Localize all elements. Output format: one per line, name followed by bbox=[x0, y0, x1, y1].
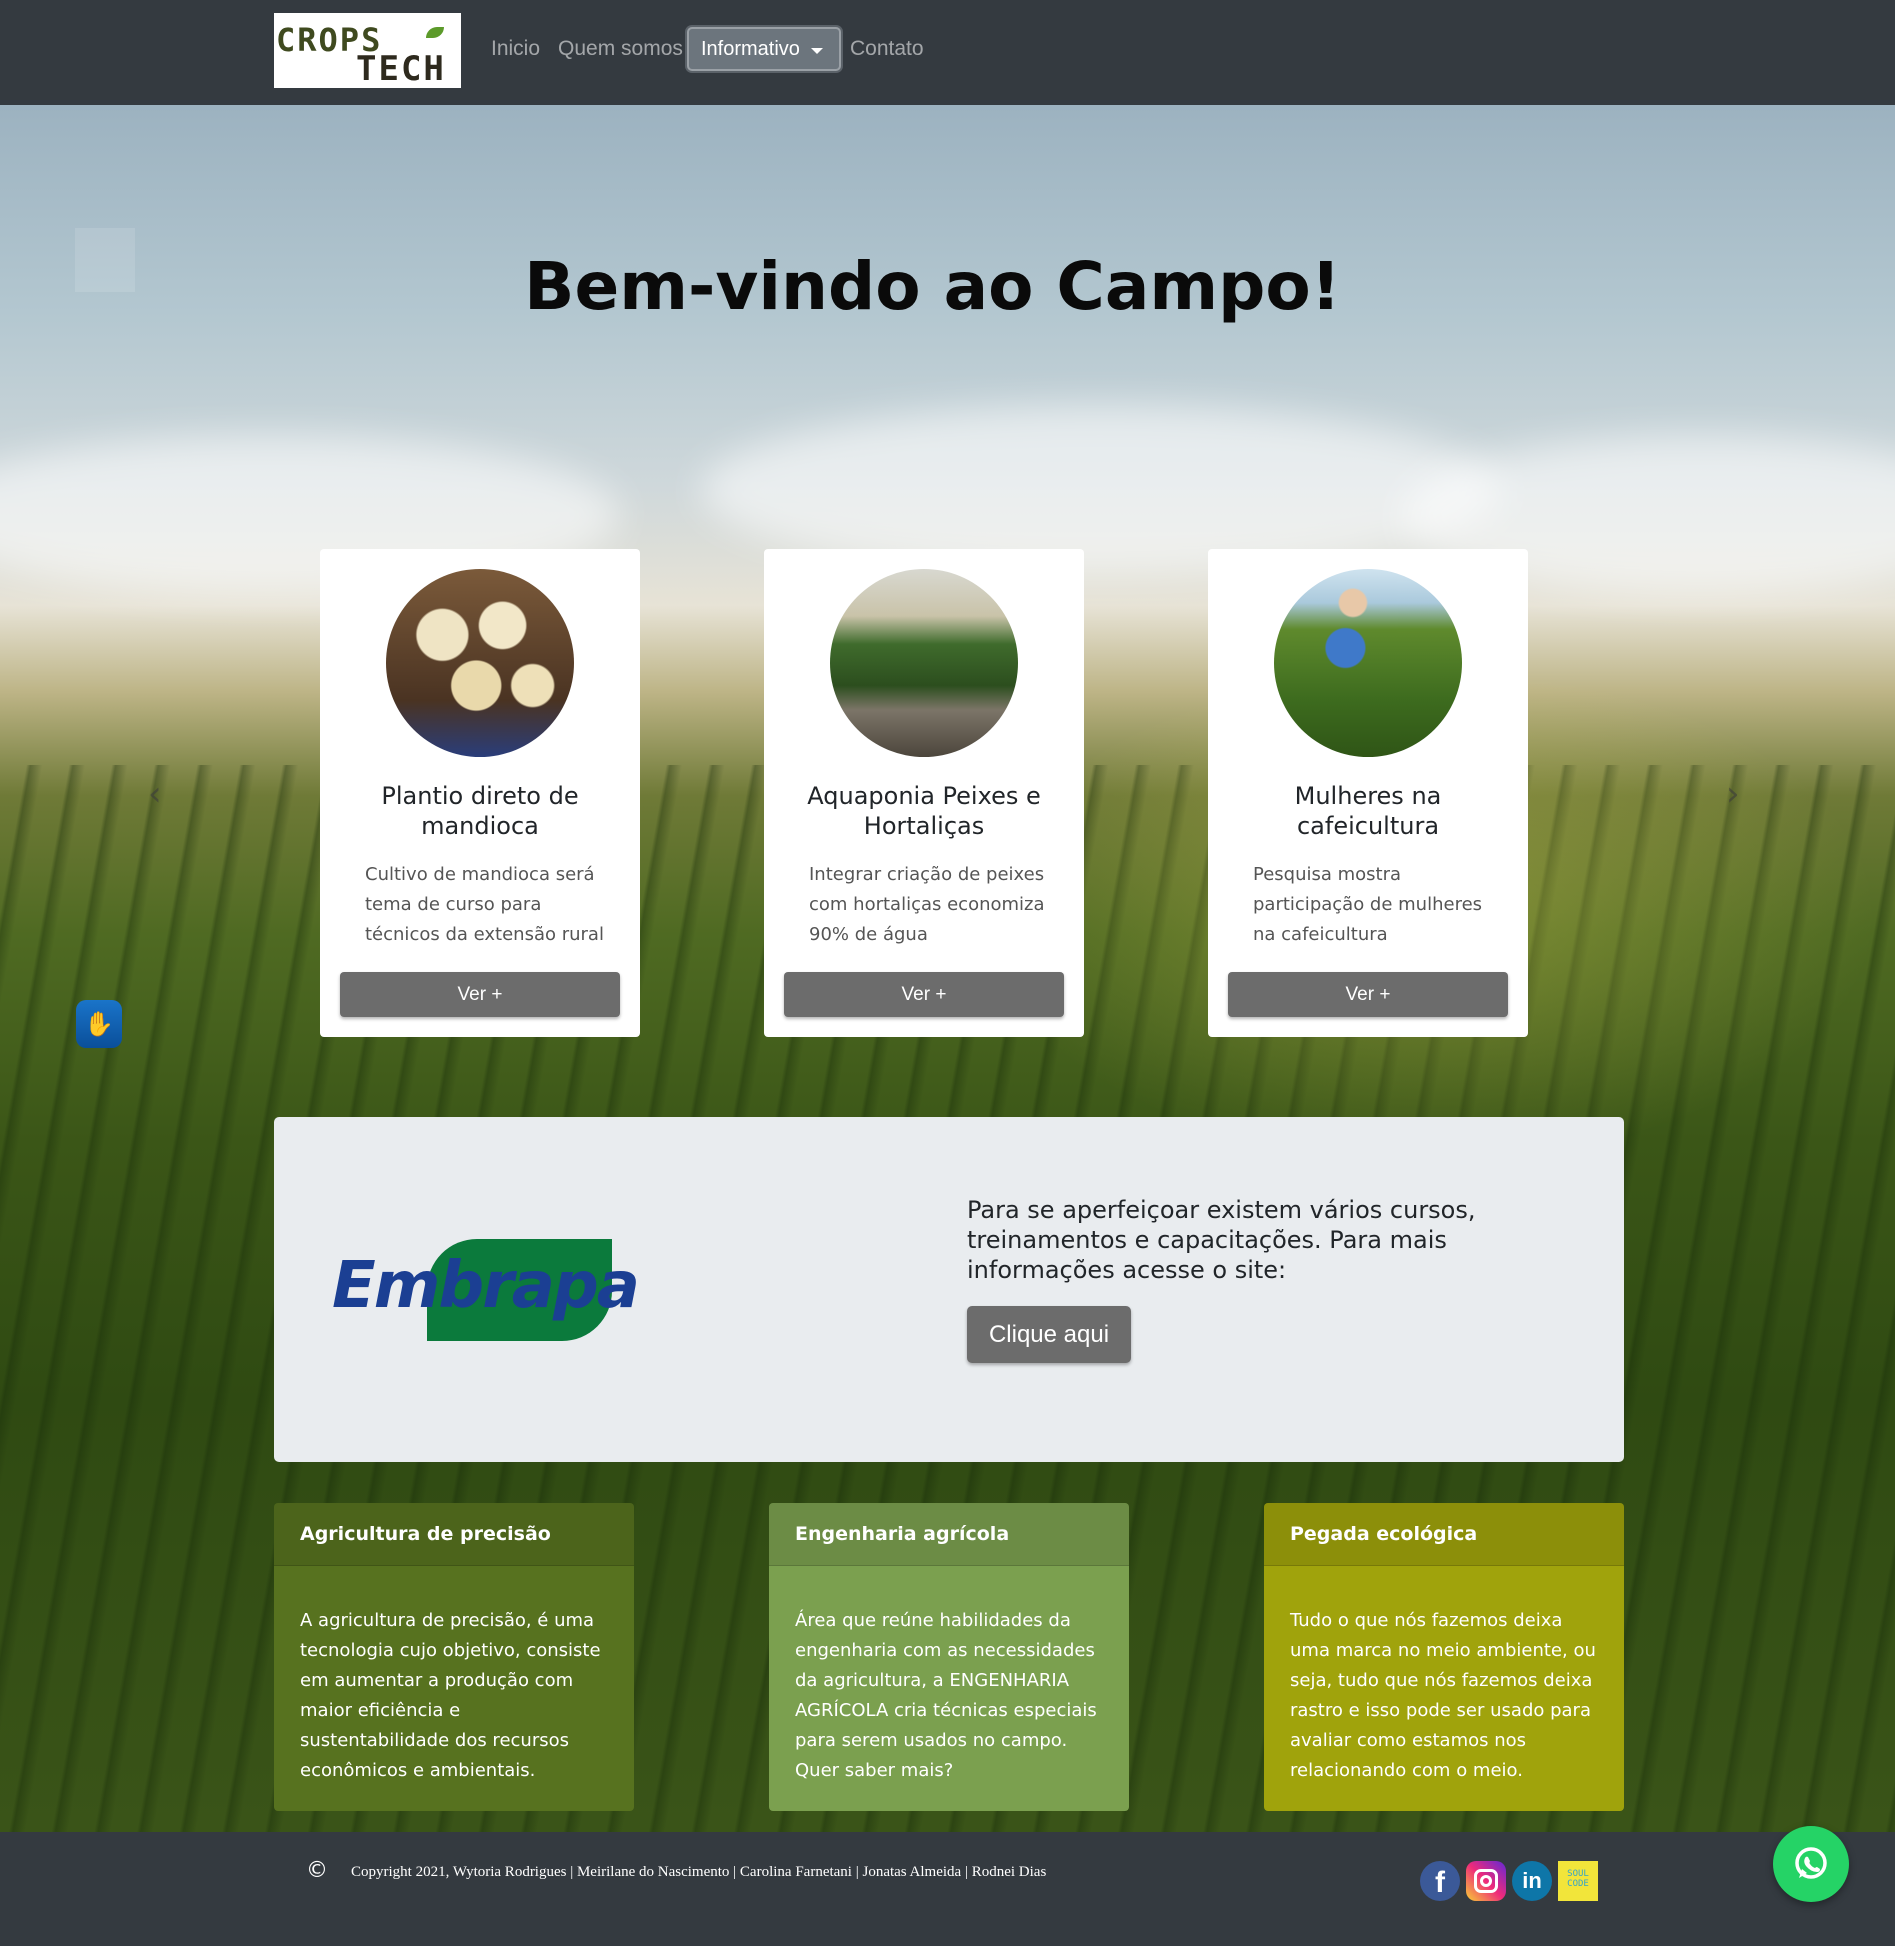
copyright-text: Copyright 2021, Wytoria Rodrigues | Meir… bbox=[351, 1864, 1047, 1880]
news-card: Plantio direto de mandioca Cultivo de ma… bbox=[320, 549, 640, 1037]
cassava-image bbox=[386, 569, 574, 757]
embrapa-description: Para se aperfeiçoar existem vários curso… bbox=[967, 1196, 1476, 1284]
coffee-farmer-image bbox=[1274, 569, 1462, 757]
card-see-more-button[interactable]: Ver + bbox=[784, 972, 1064, 1017]
carousel-next-icon[interactable]: › bbox=[1726, 774, 1740, 814]
card-title: Aquaponia Peixes e Hortaliças bbox=[807, 782, 1041, 840]
card-text: Pesquisa mostra participação de mulheres… bbox=[1253, 864, 1483, 945]
info-box-agricultura-precisao: Agricultura de precisão A agricultura de… bbox=[274, 1503, 634, 1811]
footer: © Copyright 2021, Wytoria Rodrigues | Me… bbox=[0, 1832, 1895, 1946]
crops-tech-logo[interactable]: CROPS TECH bbox=[274, 13, 461, 88]
linkedin-icon[interactable]: in bbox=[1512, 1861, 1552, 1901]
nav-link-quem-somos[interactable]: Quem somos bbox=[558, 37, 683, 61]
carousel-prev-icon[interactable]: ‹ bbox=[148, 774, 162, 814]
whatsapp-icon[interactable] bbox=[1773, 1826, 1849, 1902]
nav-link-contato[interactable]: Contato bbox=[850, 37, 924, 61]
news-card: Aquaponia Peixes e Hortaliças Integrar c… bbox=[764, 549, 1084, 1037]
nav-dropdown-informativo[interactable]: Informativo bbox=[687, 27, 841, 71]
accessibility-hands-icon[interactable]: ✋ bbox=[76, 1000, 122, 1048]
card-see-more-button[interactable]: Ver + bbox=[340, 972, 620, 1017]
hero-title: Bem-vindo ao Campo! bbox=[524, 248, 1341, 325]
copyright-icon: © bbox=[306, 1858, 328, 1883]
soulcode-line1: SOUL bbox=[1567, 1869, 1589, 1879]
embrapa-jumbotron: Embrapa Para se aperfeiçoar existem vári… bbox=[274, 1117, 1624, 1462]
soulcode-icon[interactable]: SOUL CODE bbox=[1558, 1861, 1598, 1901]
info-box-text: Área que reúne habilidades da engenharia… bbox=[795, 1610, 1097, 1781]
info-box-text: A agricultura de precisão, é uma tecnolo… bbox=[300, 1610, 601, 1781]
aquaponics-image bbox=[830, 569, 1018, 757]
logo-text-tech: TECH bbox=[356, 49, 446, 88]
embrapa-logo-text: Embrapa bbox=[332, 1249, 640, 1323]
nav-link-inicio[interactable]: Inicio bbox=[491, 37, 540, 61]
info-box-title: Pegada ecológica bbox=[1264, 1503, 1624, 1566]
info-box-text: Tudo o que nós fazemos deixa uma marca n… bbox=[1290, 1610, 1596, 1781]
instagram-icon[interactable] bbox=[1466, 1861, 1506, 1901]
dropdown-label: Informativo bbox=[701, 38, 800, 60]
whatsapp-glyph bbox=[1795, 1847, 1827, 1879]
card-text: Cultivo de mandioca será tema de curso p… bbox=[365, 864, 604, 945]
news-card: Mulheres na cafeicultura Pesquisa mostra… bbox=[1208, 549, 1528, 1037]
card-see-more-button[interactable]: Ver + bbox=[1228, 972, 1508, 1017]
caret-down-icon bbox=[811, 48, 823, 54]
info-box-title: Engenharia agrícola bbox=[769, 1503, 1129, 1566]
instagram-lens bbox=[1480, 1875, 1492, 1887]
card-title: Mulheres na cafeicultura bbox=[1294, 782, 1442, 840]
info-box-title: Agricultura de precisão bbox=[274, 1503, 634, 1566]
card-text: Integrar criação de peixes com hortaliça… bbox=[809, 864, 1045, 945]
soulcode-line2: CODE bbox=[1567, 1879, 1589, 1889]
navbar: CROPS TECH Inicio Quem somos Informativo… bbox=[0, 0, 1895, 105]
leaf-icon bbox=[426, 27, 444, 38]
embrapa-logo[interactable]: Embrapa bbox=[332, 1237, 640, 1347]
click-here-button[interactable]: Clique aqui bbox=[967, 1306, 1131, 1363]
info-box-pegada-ecologica: Pegada ecológica Tudo o que nós fazemos … bbox=[1264, 1503, 1624, 1811]
facebook-icon[interactable]: f bbox=[1420, 1861, 1460, 1901]
info-box-engenharia-agricola: Engenharia agrícola Área que reúne habil… bbox=[769, 1503, 1129, 1811]
card-title: Plantio direto de mandioca bbox=[381, 782, 579, 840]
